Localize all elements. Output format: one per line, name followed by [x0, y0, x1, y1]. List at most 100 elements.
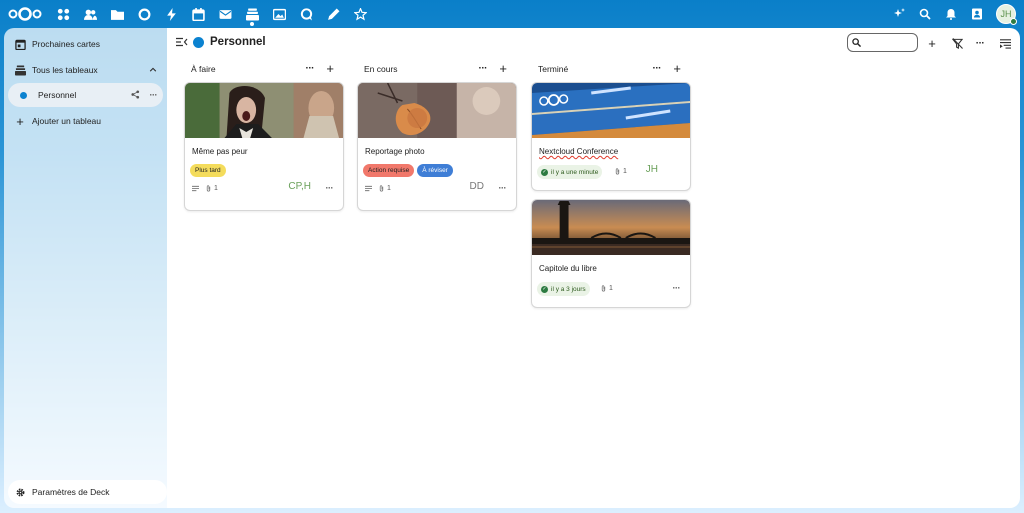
dashboard-icon[interactable]: [50, 0, 77, 28]
board-view: Personnel + ··· À faire ··· + Même pas p…: [167, 28, 1020, 508]
contacts-icon[interactable]: [77, 0, 104, 28]
label-badge[interactable]: Action requise: [363, 164, 415, 177]
toggle-navigation-icon[interactable]: [176, 36, 188, 48]
paperclip-icon: [206, 185, 211, 192]
card-more-icon[interactable]: ···: [673, 283, 681, 293]
stack-more-icon[interactable]: ···: [306, 63, 315, 74]
stack-more-icon[interactable]: ···: [479, 63, 488, 74]
stack-header: Terminé ··· +: [531, 60, 691, 78]
board-color-dot-wrap: [8, 91, 38, 99]
attachments-count: 1: [214, 185, 218, 192]
stack-more-icon[interactable]: ···: [653, 63, 662, 74]
board-more-button[interactable]: ···: [970, 33, 990, 53]
sidebar-item-all-boards[interactable]: Tous les tableaux: [8, 58, 163, 82]
top-bar: JH: [0, 0, 1024, 28]
card-more-icon[interactable]: ···: [499, 183, 507, 193]
sidebar-item-label: Prochaines cartes: [32, 39, 101, 49]
card[interactable]: Nextcloud Conference ✓ il y a une minute …: [531, 82, 691, 191]
attachments-count: 1: [387, 185, 391, 192]
share-icon[interactable]: [130, 89, 140, 101]
circles-icon[interactable]: [131, 0, 158, 28]
talk-icon[interactable]: [293, 0, 320, 28]
calendar-icon[interactable]: [185, 0, 212, 28]
files-icon[interactable]: [104, 0, 131, 28]
filter-off-icon: [951, 37, 963, 49]
chevron-up-icon[interactable]: [149, 58, 157, 82]
add-stack-button[interactable]: +: [922, 33, 942, 53]
add-card-button[interactable]: +: [673, 61, 681, 76]
mail-icon[interactable]: [212, 0, 239, 28]
plus-icon: +: [16, 113, 24, 129]
card-title: Capitole du libre: [539, 264, 597, 273]
calendar-today-icon: [8, 39, 32, 50]
card-assignees[interactable]: CP,H: [288, 181, 311, 192]
card[interactable]: Même pas peur Plus tard 1 CP,H ···: [184, 82, 344, 211]
card-title: Reportage photo: [365, 147, 425, 156]
online-status-icon: [1010, 18, 1017, 25]
attachments-indicator: 1: [600, 285, 613, 292]
stack-en-cours: En cours ··· + Reportage photo Action re…: [357, 60, 517, 211]
stack-header: À faire ··· +: [184, 60, 344, 78]
stack-termine: Terminé ··· + Nextcloud Conference ✓ il y…: [531, 60, 691, 308]
deck-icon[interactable]: [239, 0, 266, 28]
details-icon: [999, 38, 1011, 49]
card[interactable]: Capitole du libre ✓ il y a 3 jours 1 ···: [531, 199, 691, 308]
user-initials: JH: [1000, 9, 1012, 19]
sidebar-item-add-board[interactable]: + Ajouter un tableau: [8, 109, 163, 133]
assistant-icon[interactable]: [347, 0, 374, 28]
contacts-menu-icon[interactable]: [964, 0, 990, 28]
card-cover-image: [532, 200, 690, 255]
plus-icon: +: [928, 35, 936, 51]
board-details-button[interactable]: [995, 33, 1015, 53]
due-date-badge[interactable]: ✓ il y a une minute: [537, 165, 603, 179]
paperclip-icon: [379, 185, 384, 192]
card-labels: Plus tard: [185, 160, 343, 177]
board-color-dot: [19, 91, 27, 99]
activity-icon[interactable]: [158, 0, 185, 28]
nextcloud-logo[interactable]: [8, 6, 42, 22]
settings-label: Paramètres de Deck: [32, 487, 110, 497]
label-badge[interactable]: Plus tard: [190, 164, 226, 177]
check-icon: ✓: [541, 168, 548, 176]
stack-title: En cours: [364, 64, 398, 74]
card-footer: 1 DD ···: [358, 177, 516, 201]
header-right: JH: [886, 0, 1017, 28]
attachments-count: 1: [623, 168, 627, 175]
sidebar-item-label: Tous les tableaux: [32, 65, 98, 75]
more-actions-icon: ···: [975, 37, 985, 49]
attachments-indicator: 1: [614, 168, 627, 175]
card-assignees[interactable]: DD: [470, 181, 484, 192]
card[interactable]: Reportage photo Action requise À réviser…: [357, 82, 517, 211]
notes-icon[interactable]: [320, 0, 347, 28]
card-assignees[interactable]: JH: [646, 164, 658, 175]
check-icon: ✓: [541, 285, 548, 293]
deck-settings-button[interactable]: Paramètres de Deck: [8, 480, 167, 504]
photos-icon[interactable]: [266, 0, 293, 28]
card-footer: 1 CP,H ···: [185, 177, 343, 201]
card-footer: ✓ il y a une minute 1 JH: [532, 160, 690, 184]
deck-icon: [8, 64, 32, 76]
label-badge[interactable]: À réviser: [417, 164, 453, 177]
user-avatar[interactable]: JH: [996, 4, 1017, 25]
search-icon[interactable]: [912, 0, 938, 28]
board-color-dot: [193, 37, 204, 48]
card-more-icon[interactable]: ···: [326, 183, 334, 193]
sidebar-item-upcoming[interactable]: Prochaines cartes: [8, 32, 163, 56]
description-icon: [365, 185, 372, 192]
add-card-button[interactable]: +: [499, 61, 507, 76]
description-icon: [192, 185, 199, 192]
more-actions-icon[interactable]: ···: [150, 90, 158, 100]
search-input[interactable]: [847, 33, 918, 52]
card-title-text: Nextcloud Conference: [539, 147, 619, 156]
add-card-button[interactable]: +: [326, 61, 334, 76]
due-date-badge[interactable]: ✓ il y a 3 jours: [537, 282, 590, 296]
card-cover-image: [185, 83, 343, 138]
filter-button[interactable]: [947, 33, 967, 53]
attachments-indicator: 1: [205, 185, 218, 192]
card-cover-image: [532, 83, 690, 138]
sparkle-icon[interactable]: [886, 0, 912, 28]
stack-header: En cours ··· +: [357, 60, 517, 78]
notifications-icon[interactable]: [938, 0, 964, 28]
sidebar-item-board-personnel[interactable]: Personnel ···: [8, 83, 163, 107]
gear-icon: [8, 487, 32, 498]
